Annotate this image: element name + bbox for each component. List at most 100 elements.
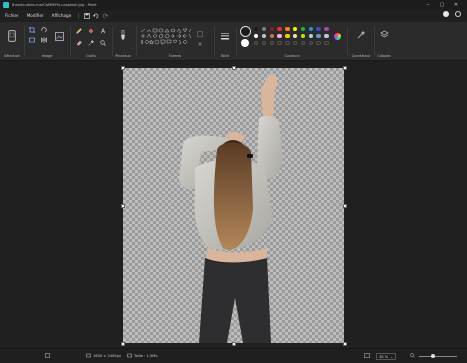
layers-group: Calques	[376, 24, 392, 58]
cocreator-icon[interactable]	[357, 30, 366, 39]
color-swatch[interactable]	[316, 27, 321, 32]
custom-color-swatch[interactable]	[254, 41, 259, 46]
resize-handle-bottom[interactable]	[232, 342, 236, 346]
divider	[374, 26, 375, 56]
zoom-slider[interactable]	[419, 354, 457, 358]
secondary-color[interactable]	[241, 39, 249, 47]
color-swatch[interactable]	[277, 34, 282, 39]
brushes-label: Pinceaux	[115, 54, 131, 58]
edit-colors-icon[interactable]	[334, 33, 341, 40]
shape-outline-icon[interactable]	[196, 30, 204, 38]
divider	[347, 26, 348, 56]
shape-fill-icon[interactable]	[196, 40, 204, 48]
resize-handle-top[interactable]	[232, 66, 236, 70]
color-swatch[interactable]	[324, 27, 329, 32]
custom-color-swatch[interactable]	[316, 41, 321, 46]
shapes-gallery[interactable]	[140, 28, 192, 48]
flip-icon[interactable]	[40, 36, 48, 44]
color-swatch[interactable]	[308, 34, 313, 39]
shapes-label: Formes	[168, 54, 182, 58]
image-dimensions: 1600 × 2400px	[86, 353, 121, 358]
redo-icon[interactable]	[100, 11, 109, 20]
color-swatch[interactable]	[269, 34, 274, 39]
divider	[214, 26, 215, 56]
custom-color-swatch[interactable]	[324, 41, 329, 46]
resize-handle-bottom-left[interactable]	[121, 342, 125, 346]
zoom-value: 38 %	[379, 354, 389, 359]
color-picker-icon[interactable]	[87, 39, 95, 47]
custom-color-swatch[interactable]	[285, 41, 290, 46]
custom-color-swatch[interactable]	[261, 41, 267, 46]
menu-view[interactable]: Affichage	[48, 13, 76, 18]
rotate-icon[interactable]	[40, 26, 48, 34]
color-swatch[interactable]	[269, 27, 274, 32]
color-swatch[interactable]	[277, 27, 282, 32]
close-button[interactable]: ✕	[449, 0, 463, 10]
menu-file[interactable]: Fichier	[0, 13, 23, 18]
resize-handle-right[interactable]	[343, 204, 347, 208]
text-tool-icon[interactable]: A	[99, 27, 107, 35]
color-swatch[interactable]	[324, 34, 329, 39]
custom-color-swatch[interactable]	[308, 41, 313, 46]
crop-icon[interactable]	[28, 26, 36, 34]
fit-to-window-icon[interactable]	[364, 353, 370, 358]
image-canvas[interactable]	[123, 68, 344, 343]
primary-color[interactable]	[240, 26, 251, 37]
color-swatch[interactable]	[300, 27, 306, 32]
magnifier-icon[interactable]	[99, 39, 107, 47]
custom-color-swatch[interactable]	[293, 41, 298, 46]
file-size-text: Taille : 1,9Mo	[134, 353, 158, 358]
paint-app-icon	[3, 2, 9, 8]
fill-icon[interactable]	[87, 27, 95, 35]
custom-color-swatch[interactable]	[269, 41, 274, 46]
color-swatch[interactable]	[293, 27, 298, 32]
resize-handle-bottom-right[interactable]	[343, 342, 347, 346]
title-bar: thando-obiio-marCaMWYfs-unsplash.jpg - P…	[0, 0, 467, 10]
chevron-down-icon: ⌄	[390, 354, 394, 359]
color-swatch[interactable]	[261, 27, 267, 32]
maximize-button[interactable]: ▢	[435, 0, 449, 10]
line-size-icon[interactable]	[221, 32, 229, 40]
color-swatch[interactable]	[254, 27, 259, 32]
zoom-slider-thumb[interactable]	[430, 354, 435, 358]
color-swatch[interactable]	[254, 34, 259, 39]
gear-icon[interactable]	[455, 11, 461, 17]
zoom-out-icon[interactable]	[410, 353, 415, 358]
zoom-select[interactable]: 38 % ⌄	[376, 353, 397, 360]
menu-divider	[78, 12, 80, 19]
window-title: thando-obiio-marCaMWYfs-unsplash.jpg - P…	[12, 3, 97, 7]
resize-handle-top-left[interactable]	[121, 66, 125, 70]
color-swatch[interactable]	[308, 27, 313, 32]
menu-bar: Fichier Modifier Affichage	[0, 10, 467, 21]
size-label: Taille	[220, 54, 230, 58]
menu-edit[interactable]: Modifier	[23, 13, 48, 18]
cursor-position	[45, 353, 50, 358]
color-swatch[interactable]	[316, 34, 321, 39]
color-swatch[interactable]	[285, 34, 290, 39]
custom-color-swatch[interactable]	[277, 41, 282, 46]
eraser-icon[interactable]	[75, 39, 83, 47]
resize-handle-left[interactable]	[121, 204, 125, 208]
color-swatch[interactable]	[300, 34, 306, 39]
brush-icon[interactable]	[118, 30, 128, 40]
select-rectangle-icon[interactable]	[8, 30, 16, 42]
account-icon[interactable]	[443, 11, 449, 17]
pencil-icon[interactable]	[75, 27, 83, 35]
dimensions-icon	[86, 353, 91, 358]
color-swatch[interactable]	[285, 27, 290, 32]
image-tools-icon[interactable]	[54, 31, 64, 41]
resize-icon[interactable]	[28, 36, 36, 44]
color-swatch[interactable]	[293, 34, 298, 39]
color-swatch[interactable]	[261, 34, 267, 39]
size-group: Taille	[216, 24, 234, 58]
layers-icon[interactable]	[380, 30, 389, 39]
minimize-button[interactable]: –	[421, 0, 435, 10]
save-icon[interactable]	[82, 11, 91, 20]
divider	[136, 26, 137, 56]
brushes-group: Pinceaux	[113, 24, 133, 58]
resize-handle-top-right[interactable]	[343, 66, 347, 70]
canvas-area[interactable]	[0, 61, 467, 348]
custom-color-swatch[interactable]	[300, 41, 306, 46]
undo-icon[interactable]	[91, 11, 100, 20]
ribbon-toolbar: Sélection Image A Outils Pinceaux Formes…	[0, 22, 467, 61]
